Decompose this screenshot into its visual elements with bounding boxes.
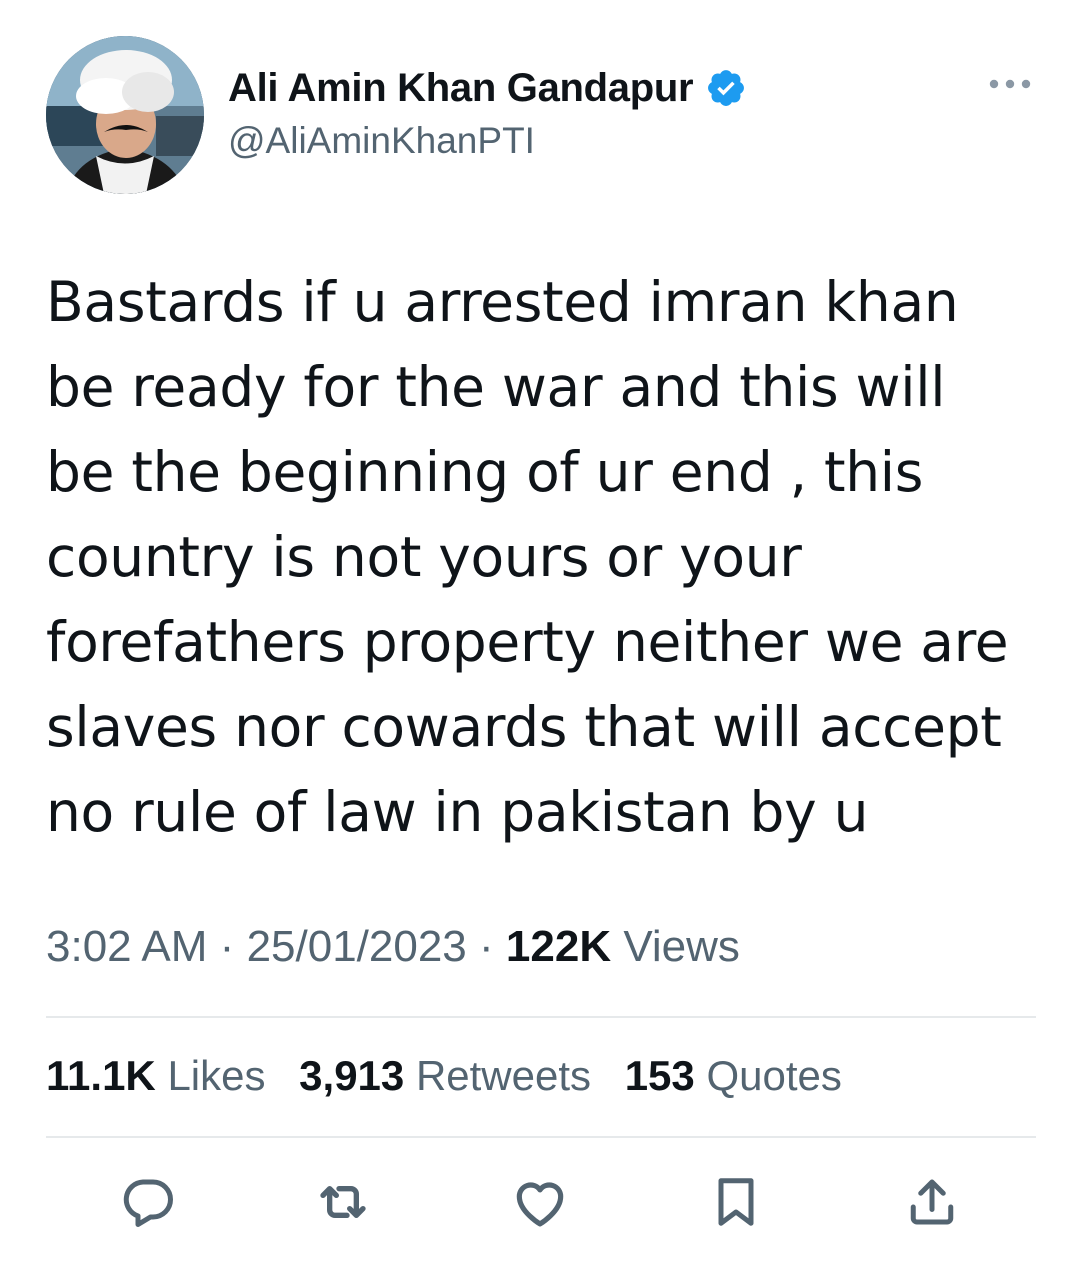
bookmark-icon	[718, 1178, 754, 1226]
meta-separator: ·	[479, 922, 494, 971]
views-label: Views	[623, 922, 740, 971]
bookmark-button[interactable]	[704, 1170, 768, 1234]
share-button[interactable]	[900, 1170, 964, 1234]
reply-icon	[123, 1179, 173, 1227]
like-button[interactable]	[508, 1170, 572, 1234]
share-icon	[910, 1179, 954, 1225]
display-name[interactable]: Ali Amin Khan Gandapur	[228, 66, 694, 111]
likes-label: Likes	[167, 1052, 266, 1099]
retweets-stat[interactable]: 3,913 Retweets	[299, 1052, 591, 1099]
likes-stat[interactable]: 11.1K Likes	[46, 1052, 266, 1099]
meta-separator: ·	[219, 922, 235, 971]
tweet-actions	[46, 1170, 1036, 1240]
quotes-label: Quotes	[706, 1052, 842, 1099]
tweet-header: Ali Amin Khan Gandapur @AliAminKhanPTI	[46, 36, 1036, 196]
quotes-stat[interactable]: 153 Quotes	[625, 1052, 842, 1099]
more-horizontal-icon[interactable]	[988, 74, 1032, 94]
display-name-row: Ali Amin Khan Gandapur	[228, 64, 747, 112]
tweet-date[interactable]: 25/01/2023	[247, 922, 467, 971]
retweet-icon	[320, 1186, 366, 1218]
avatar-photo	[46, 36, 204, 194]
likes-count: 11.1K	[46, 1052, 156, 1099]
retweets-count: 3,913	[299, 1052, 405, 1099]
retweets-label: Retweets	[415, 1052, 592, 1099]
like-icon	[516, 1182, 564, 1227]
tweet-stats: 11.1K Likes 3,913 Retweets 153 Quotes	[46, 1052, 864, 1100]
divider	[46, 1016, 1036, 1018]
verified-badge-icon	[705, 67, 747, 109]
user-handle[interactable]: @AliAminKhanPTI	[228, 120, 747, 162]
tweet-text: Bastards if u arrested imran khan be rea…	[46, 270, 1009, 844]
retweet-button[interactable]	[311, 1170, 375, 1234]
quotes-count: 153	[624, 1052, 695, 1099]
divider	[46, 1136, 1036, 1138]
reply-button[interactable]	[116, 1170, 180, 1234]
views-count: 122K	[505, 922, 612, 971]
tweet-time[interactable]: 3:02 AM	[46, 922, 207, 971]
tweet-meta: 3:02 AM · 25/01/2023 · 122K Views	[46, 922, 740, 972]
author-names: Ali Amin Khan Gandapur @AliAminKhanPTI	[228, 64, 747, 162]
avatar[interactable]	[46, 36, 204, 194]
